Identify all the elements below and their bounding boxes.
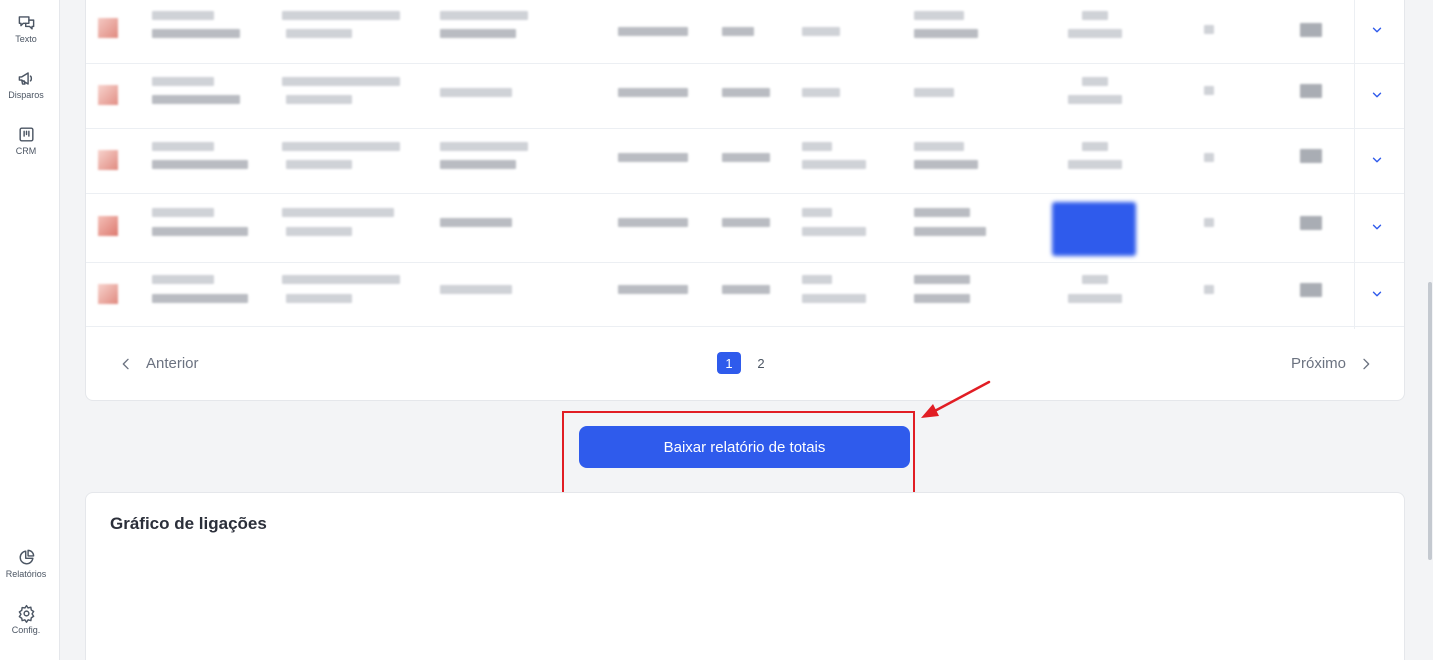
page-1-button[interactable]: 1 <box>717 352 741 374</box>
sidebar-item-disparos[interactable]: Disparos <box>0 69 52 100</box>
chat-icon <box>18 16 34 30</box>
table-row[interactable] <box>86 129 1404 194</box>
calls-chart-card: Gráfico de ligações <box>85 492 1405 660</box>
scrollbar-thumb[interactable] <box>1428 282 1432 560</box>
gear-icon <box>18 604 34 623</box>
sidebar-item-label: Disparos <box>8 90 44 100</box>
sidebar-item-relatorios[interactable]: Relatórios <box>0 548 52 579</box>
sidebar-item-config[interactable]: Config. <box>0 604 52 635</box>
sidebar-item-label: Config. <box>11 625 41 635</box>
scrollbar-track[interactable] <box>1426 0 1433 660</box>
annotation-arrow-icon <box>921 380 991 418</box>
download-totals-report-button[interactable]: Baixar relatório de totais <box>579 426 910 468</box>
next-page-label: Próximo <box>1290 355 1346 372</box>
table-row[interactable] <box>86 194 1404 263</box>
sidebar-item-texto[interactable]: Texto <box>0 13 52 44</box>
row-status-thumb <box>98 216 118 236</box>
page-2-button[interactable]: 2 <box>749 352 773 374</box>
table-row[interactable] <box>86 64 1404 129</box>
expand-row-icon[interactable] <box>1370 287 1384 301</box>
chevron-left-icon <box>122 358 129 369</box>
sidebar-item-label: Texto <box>15 34 37 44</box>
calls-table-card: Anterior 1 2 Próximo <box>85 0 1405 401</box>
previous-page-label: Anterior <box>146 355 199 372</box>
sidebar-item-label: Relatórios <box>5 569 47 579</box>
row-status-thumb <box>98 284 118 304</box>
highlighted-cell <box>1052 202 1136 256</box>
row-status-thumb <box>98 85 118 105</box>
expand-row-icon[interactable] <box>1370 220 1384 234</box>
kanban-icon <box>18 127 34 142</box>
next-page-button[interactable]: Próximo <box>1291 355 1374 372</box>
sidebar-item-crm[interactable]: CRM <box>0 125 52 156</box>
expand-row-icon[interactable] <box>1370 23 1384 37</box>
megaphone-icon <box>18 72 32 85</box>
row-status-thumb <box>98 18 118 38</box>
pie-chart-icon <box>19 549 34 565</box>
sidebar-item-label: CRM <box>15 146 37 156</box>
table-row[interactable] <box>86 0 1404 64</box>
row-status-thumb <box>98 150 118 170</box>
expand-row-icon[interactable] <box>1370 153 1384 167</box>
expand-row-icon[interactable] <box>1370 88 1384 102</box>
chart-title: Gráfico de ligações <box>110 514 267 533</box>
table-row[interactable] <box>86 263 1404 327</box>
pagination: Anterior 1 2 Próximo <box>86 327 1404 400</box>
chevron-right-icon <box>1363 358 1370 369</box>
previous-page-button[interactable]: Anterior <box>118 355 199 372</box>
sidebar: Texto Disparos CRM Relatórios Config. <box>0 0 60 660</box>
